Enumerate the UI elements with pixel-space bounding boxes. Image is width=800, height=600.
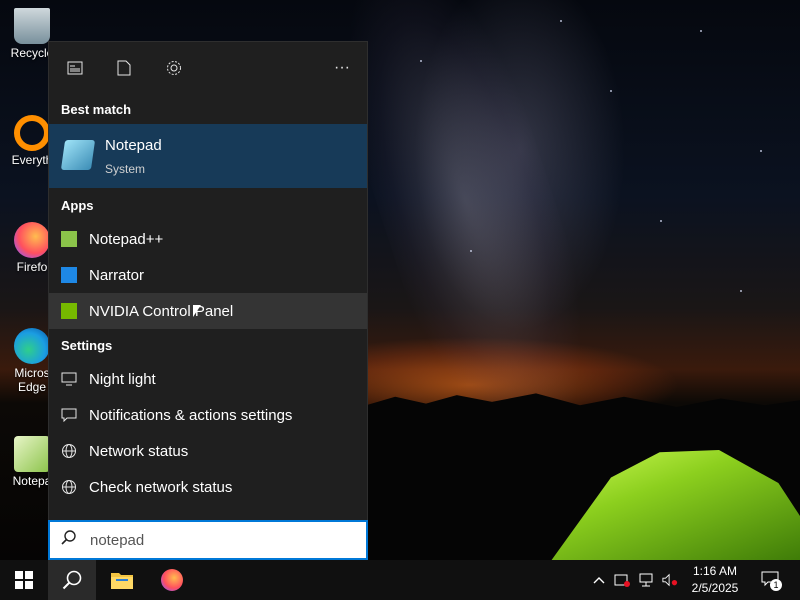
edge-icon	[14, 328, 50, 364]
clock-time: 1:16 AM	[692, 564, 738, 578]
gear-icon[interactable]	[165, 59, 183, 77]
start-button[interactable]	[0, 560, 48, 600]
star	[660, 220, 662, 222]
setting-result-label: Notifications & actions settings	[89, 406, 293, 424]
app-result-notepadpp[interactable]: Notepad++	[49, 221, 367, 257]
everything-search-icon	[14, 115, 50, 151]
setting-result-network-status[interactable]: Network status	[49, 433, 367, 469]
narrator-icon	[61, 267, 77, 283]
firefox-icon	[14, 222, 50, 258]
more-icon[interactable]: ···	[333, 59, 351, 77]
search-icon	[62, 570, 82, 590]
search-input[interactable]	[88, 530, 352, 550]
recycle-bin-icon	[14, 8, 50, 44]
globe-icon	[61, 479, 77, 495]
best-match-title: Notepad	[105, 137, 162, 154]
settings-heading: Settings	[61, 338, 113, 353]
folder-icon	[111, 573, 133, 589]
setting-result-label: Check network status	[89, 478, 233, 496]
app-result-label: NVIDIA Control Panel	[89, 302, 234, 320]
search-results-panel: ··· Best match Notepad System Apps Notep…	[48, 41, 368, 560]
star	[610, 90, 612, 92]
notepadpp-icon	[14, 436, 50, 472]
chevron-up-icon[interactable]	[591, 572, 607, 588]
setting-result-check-network[interactable]: Check network status	[49, 469, 367, 505]
volume-muted-icon[interactable]	[662, 572, 678, 588]
star	[700, 30, 702, 32]
app-result-label: Notepad++	[89, 230, 164, 248]
desktop-icon-label: Recycle	[10, 46, 54, 60]
star	[420, 60, 422, 62]
apps-heading: Apps	[61, 198, 94, 213]
nvidia-icon	[61, 303, 77, 319]
search-bar[interactable]	[48, 520, 368, 560]
clock-date: 2/5/2025	[691, 581, 739, 595]
setting-result-notifications[interactable]: Notifications & actions settings	[49, 397, 367, 433]
setting-result-label: Night light	[89, 370, 156, 388]
best-match-subtitle: System	[105, 162, 146, 176]
windows-logo-icon	[15, 571, 33, 589]
app-result-nvidia[interactable]: NVIDIA Control Panel	[49, 293, 367, 329]
notepadpp-icon	[61, 231, 77, 247]
desktop-icon-label: Everyth	[11, 153, 53, 167]
taskbar-clock[interactable]: 1:16 AM 2/5/2025	[680, 563, 750, 597]
taskbar-firefox[interactable]	[148, 560, 196, 600]
panel-toolbar: ···	[49, 42, 367, 92]
monitor-icon	[61, 371, 77, 387]
news-icon[interactable]	[66, 59, 84, 77]
star	[560, 20, 562, 22]
desktop-icon-label: Edge	[17, 380, 47, 394]
taskbar-search-button[interactable]	[48, 560, 96, 600]
network-icon[interactable]	[639, 572, 655, 588]
desktop-icon-label: Micros	[14, 366, 50, 380]
taskbar: 1:16 AM 2/5/2025 1	[0, 560, 800, 600]
globe-icon	[61, 443, 77, 459]
firefox-icon	[161, 569, 183, 591]
desktop-icon-label: Notepa	[12, 474, 52, 488]
app-result-narrator[interactable]: Narrator	[49, 257, 367, 293]
app-result-label: Narrator	[89, 266, 145, 284]
action-center-button[interactable]: 1	[760, 571, 782, 591]
document-icon[interactable]	[115, 59, 133, 77]
notification-icon	[61, 407, 77, 423]
security-tray-icon[interactable]	[614, 572, 630, 588]
search-icon	[60, 529, 80, 552]
taskbar-file-explorer[interactable]	[98, 560, 146, 600]
best-match-notepad[interactable]: Notepad System	[49, 124, 367, 188]
notepad-icon	[60, 140, 96, 170]
mouse-cursor	[193, 305, 201, 317]
star	[760, 150, 762, 152]
setting-result-night-light[interactable]: Night light	[49, 361, 367, 397]
desktop-icon-label: Firefo	[16, 260, 48, 274]
notification-count-badge: 1	[770, 579, 782, 591]
star	[740, 290, 742, 292]
best-match-heading: Best match	[61, 102, 132, 117]
setting-result-label: Network status	[89, 442, 189, 460]
star	[470, 250, 472, 252]
